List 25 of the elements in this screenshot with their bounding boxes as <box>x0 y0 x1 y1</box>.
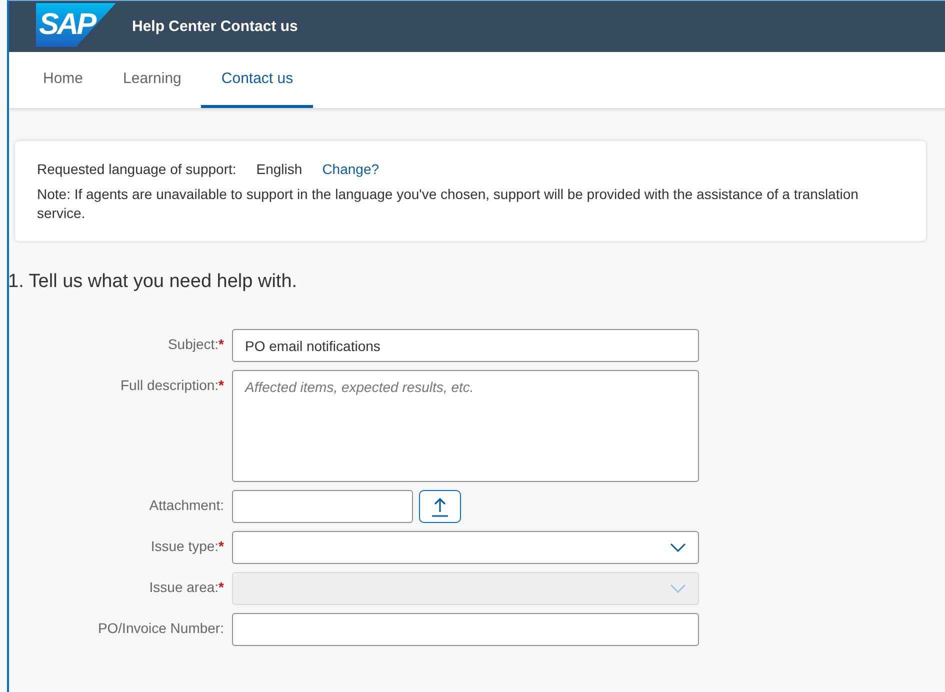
dropdown-field[interactable] <box>232 531 699 564</box>
field-label: Full description:* <box>120 376 224 393</box>
section-title: 1. Tell us what you need help with. <box>8 271 298 293</box>
description-field[interactable]: Affected items, expected results, etc. <box>232 370 699 482</box>
field-label: Subject:* <box>166 335 224 352</box>
chevron-down-icon <box>670 543 686 552</box>
nav-tab[interactable]: Home <box>23 52 104 108</box>
field-label: Issue area:* <box>148 578 224 595</box>
chevron-down-icon <box>670 584 686 593</box>
field-label: PO/Invoice Number: <box>96 619 224 636</box>
nav-tab[interactable]: Learning <box>103 52 202 108</box>
nav-tab[interactable]: Contact us <box>201 52 314 108</box>
upload-button[interactable] <box>419 490 461 523</box>
logo: SAP <box>36 3 116 47</box>
attachment-field[interactable] <box>232 490 413 523</box>
language-value: English <box>256 161 302 177</box>
field-label: Attachment: <box>148 496 224 513</box>
page-title: Help Center Contact us <box>132 18 298 35</box>
field-label: Issue type:* <box>150 537 224 554</box>
note-text: Note: If agents are unavailable to support in the language you've chosen, support will be provided with the assistance of a translation service. <box>37 185 860 223</box>
text-field[interactable]: PO email notifications <box>232 329 699 362</box>
text-field[interactable] <box>232 613 699 646</box>
language-label: Requested language of support: <box>37 161 236 177</box>
upload-icon <box>432 496 448 516</box>
change-link[interactable]: Change? <box>322 161 380 177</box>
